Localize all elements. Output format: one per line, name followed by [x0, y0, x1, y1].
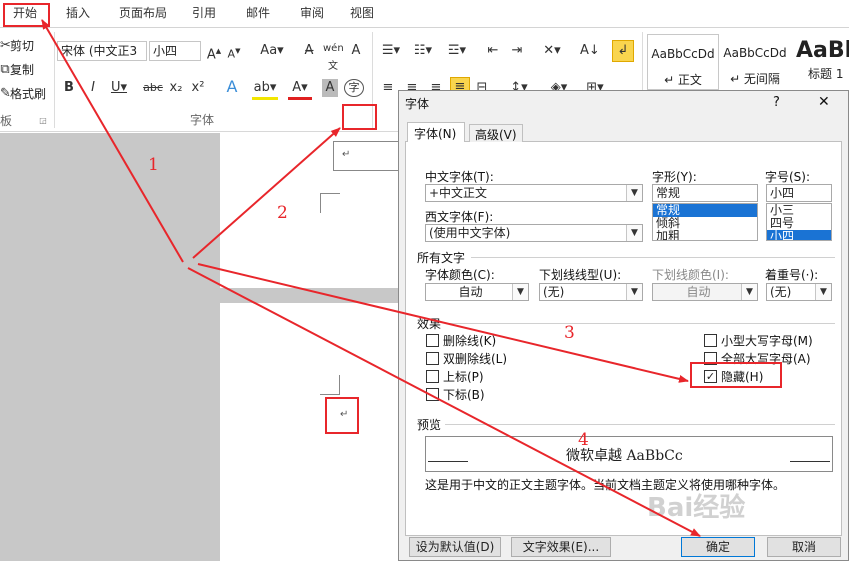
annotation-arrows	[41, 19, 701, 537]
arrow-to-hidden	[197, 263, 689, 383]
step-number: 2	[277, 203, 288, 223]
arrow-to-ok	[187, 267, 701, 537]
arrow-to-font-launcher	[192, 127, 341, 259]
arrow-to-home-tab	[41, 19, 184, 263]
step-number: 3	[564, 323, 575, 343]
step-number: 1	[148, 155, 159, 175]
step-number: 4	[578, 430, 589, 450]
